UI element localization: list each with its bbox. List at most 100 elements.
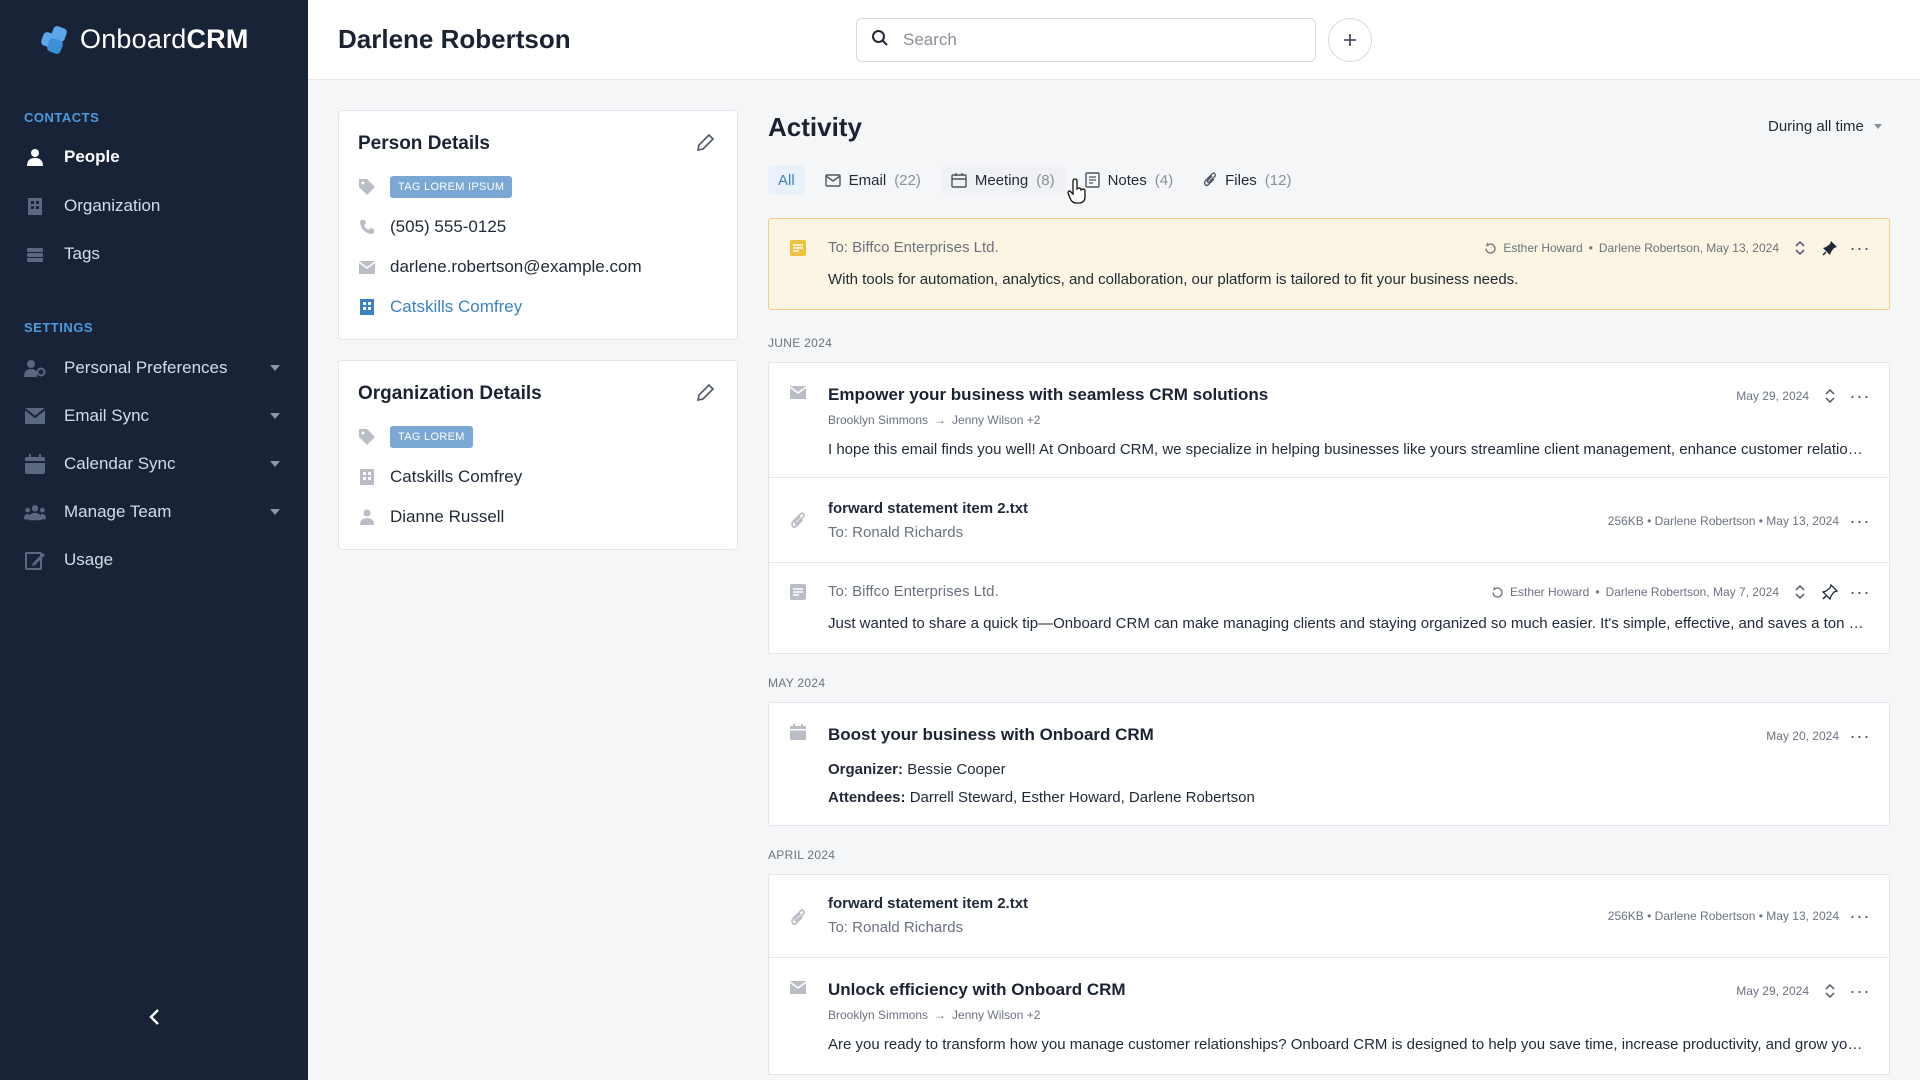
chevron-down-icon bbox=[270, 413, 280, 419]
chevron-down-icon bbox=[270, 461, 280, 467]
edit-organization-button[interactable] bbox=[695, 383, 717, 405]
expand-icon[interactable] bbox=[1821, 982, 1839, 1000]
phone-value: (505) 555-0125 bbox=[390, 217, 507, 236]
sidebar-item-label: Organization bbox=[64, 196, 161, 215]
sidebar-item-label: Email Sync bbox=[64, 406, 150, 425]
file-item[interactable]: forward statement item 2.txt To: Ronald … bbox=[768, 874, 1890, 958]
search-input[interactable] bbox=[903, 30, 1283, 50]
person-tag[interactable]: TAG LOREM IPSUM bbox=[390, 176, 513, 198]
filter-email[interactable]: Email (22) bbox=[815, 165, 931, 195]
month-label-april: APRIL 2024 bbox=[768, 848, 836, 862]
person-icon bbox=[358, 508, 376, 526]
arrow-right-icon: → bbox=[934, 1008, 947, 1022]
note-author: Esther Howard bbox=[1503, 241, 1583, 255]
email-recipients: Jenny Wilson +2 bbox=[952, 1008, 1041, 1022]
edit-person-button[interactable] bbox=[695, 133, 717, 155]
hand-cursor-icon bbox=[1067, 178, 1086, 204]
activity-filters: All Email (22) Meeting (8) Notes (4) Fil… bbox=[768, 165, 1301, 195]
email-date: May 29, 2024 bbox=[1736, 984, 1809, 998]
more-options-icon[interactable]: ··· bbox=[1850, 727, 1870, 745]
note-meta: Esther Howard • Darlene Robertson, May 1… bbox=[1484, 241, 1779, 255]
file-meta: 256KB • Darlene Robertson • May 13, 2024 bbox=[1607, 514, 1839, 528]
email-subject: Unlock efficiency with Onboard CRM bbox=[828, 980, 1126, 999]
organization-tag[interactable]: TAG LOREM bbox=[390, 426, 473, 448]
note-body: Just wanted to share a quick tip—Onboard… bbox=[828, 615, 1868, 632]
tag-icon bbox=[358, 178, 376, 196]
sidebar-item-organization[interactable]: Organization bbox=[24, 186, 284, 226]
app-logo[interactable]: OnboardCRM bbox=[40, 24, 249, 55]
search-box[interactable] bbox=[856, 18, 1316, 62]
more-options-icon[interactable]: ··· bbox=[1850, 583, 1870, 601]
organization-row: Catskills Comfrey bbox=[358, 297, 522, 317]
more-options-icon[interactable]: ··· bbox=[1850, 387, 1870, 405]
sidebar-item-label: Calendar Sync bbox=[64, 454, 176, 473]
sidebar-item-calendar-sync[interactable]: Calendar Sync bbox=[24, 444, 284, 484]
expand-icon[interactable] bbox=[1791, 239, 1809, 257]
file-item[interactable]: forward statement item 2.txt To: Ronald … bbox=[768, 477, 1890, 563]
file-name: forward statement item 2.txt bbox=[828, 500, 1029, 517]
add-button[interactable] bbox=[1328, 18, 1372, 62]
mail-icon bbox=[789, 383, 807, 401]
activity-title: Activity bbox=[768, 112, 862, 142]
pinned-note-item[interactable]: To: Biffco Enterprises Ltd. Esther Howar… bbox=[768, 218, 1890, 310]
month-label-june: JUNE 2024 bbox=[768, 336, 833, 350]
person-tag-row: TAG LOREM IPSUM bbox=[358, 176, 513, 198]
chevron-down-icon bbox=[270, 365, 280, 371]
file-recipient: To: Ronald Richards bbox=[828, 919, 964, 936]
filter-count: (4) bbox=[1154, 171, 1174, 189]
filter-label: Files bbox=[1225, 171, 1257, 189]
meeting-item[interactable]: Boost your business with Onboard CRM May… bbox=[768, 702, 1890, 826]
organization-link[interactable]: Catskills Comfrey bbox=[390, 297, 522, 317]
sidebar-item-label: Personal Preferences bbox=[64, 358, 228, 377]
history-icon bbox=[1492, 586, 1503, 598]
email-item[interactable]: Empower your business with seamless CRM … bbox=[768, 362, 1890, 478]
sidebar-item-label: People bbox=[64, 147, 120, 166]
pin-outline-icon[interactable] bbox=[1821, 583, 1839, 601]
expand-icon[interactable] bbox=[1821, 387, 1839, 405]
collapse-sidebar-button[interactable] bbox=[142, 1005, 166, 1029]
filter-notes[interactable]: Notes (4) bbox=[1075, 165, 1184, 195]
tag-icon bbox=[358, 428, 376, 446]
logo-icon bbox=[40, 24, 70, 55]
tags-icon bbox=[24, 243, 46, 265]
sidebar-item-personal-preferences[interactable]: Personal Preferences bbox=[24, 348, 284, 388]
email-preview: I hope this email finds you well! At Onb… bbox=[828, 441, 1868, 458]
more-options-icon[interactable]: ··· bbox=[1850, 907, 1870, 925]
sidebar-item-tags[interactable]: Tags bbox=[24, 234, 284, 274]
more-options-icon[interactable]: ··· bbox=[1850, 239, 1870, 257]
settings-section-label: SETTINGS bbox=[24, 320, 94, 335]
email-participants: Brooklyn Simmons → Jenny Wilson +2 bbox=[828, 413, 1040, 427]
pencil-icon bbox=[696, 133, 715, 152]
email-recipients: Jenny Wilson +2 bbox=[952, 413, 1041, 427]
team-icon bbox=[24, 501, 46, 523]
sidebar-item-manage-team[interactable]: Manage Team bbox=[24, 492, 284, 532]
page-title: Darlene Robertson bbox=[338, 24, 571, 54]
logo-text: OnboardCRM bbox=[80, 24, 249, 54]
filter-files[interactable]: Files (12) bbox=[1193, 165, 1301, 195]
email-value[interactable]: darlene.robertson@example.com bbox=[390, 257, 642, 277]
time-range-select[interactable]: During all time bbox=[1768, 118, 1882, 135]
meeting-date: May 20, 2024 bbox=[1766, 729, 1839, 743]
calendar-icon bbox=[789, 723, 807, 741]
filter-all[interactable]: All bbox=[768, 165, 805, 195]
note-item[interactable]: To: Biffco Enterprises Ltd. Esther Howar… bbox=[768, 562, 1890, 654]
paperclip-icon bbox=[789, 512, 807, 530]
calendar-icon bbox=[951, 173, 967, 188]
note-icon bbox=[789, 583, 807, 601]
filter-label: Notes bbox=[1107, 171, 1147, 189]
email-item[interactable]: Unlock efficiency with Onboard CRM May 2… bbox=[768, 957, 1890, 1075]
sidebar-item-people[interactable]: People bbox=[24, 137, 284, 177]
more-options-icon[interactable]: ··· bbox=[1850, 512, 1870, 530]
sidebar-item-usage[interactable]: Usage bbox=[24, 540, 284, 580]
sidebar-item-label: Manage Team bbox=[64, 502, 172, 521]
expand-icon[interactable] bbox=[1791, 583, 1809, 601]
calendar-icon bbox=[24, 453, 46, 475]
pin-icon[interactable] bbox=[1821, 239, 1839, 257]
email-participants: Brooklyn Simmons → Jenny Wilson +2 bbox=[828, 1008, 1040, 1022]
mail-icon bbox=[789, 978, 807, 996]
filter-meeting[interactable]: Meeting (8) bbox=[940, 165, 1065, 195]
meeting-organizer: Organizer: Bessie Cooper bbox=[828, 761, 1006, 778]
sidebar-item-email-sync[interactable]: Email Sync bbox=[24, 396, 284, 436]
more-options-icon[interactable]: ··· bbox=[1850, 982, 1870, 1000]
sidebar-item-label: Tags bbox=[64, 244, 100, 263]
